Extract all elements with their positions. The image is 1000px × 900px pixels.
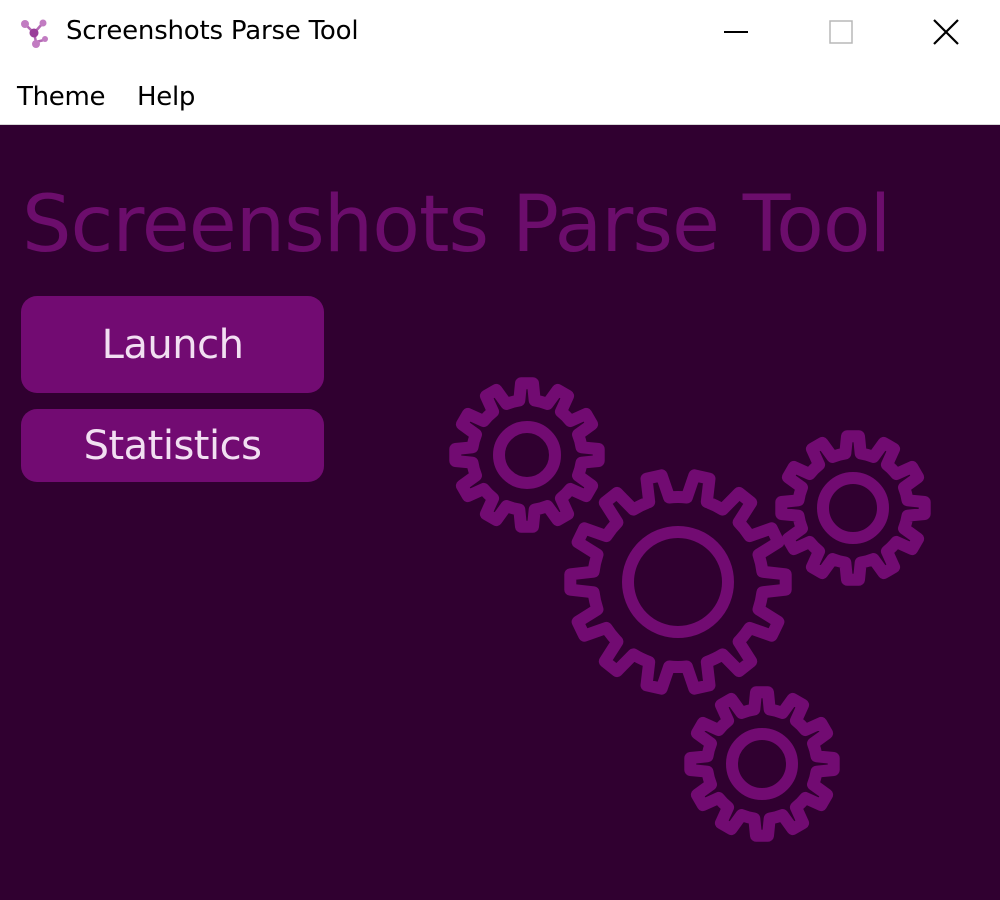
page-title: Screenshots Parse Tool bbox=[22, 180, 891, 270]
title-bar[interactable]: Screenshots Parse Tool bbox=[0, 0, 1000, 68]
window-title: Screenshots Parse Tool bbox=[66, 16, 359, 46]
maximize-icon bbox=[828, 19, 854, 49]
maximize-button[interactable] bbox=[788, 0, 893, 68]
menu-bar: Theme Help bbox=[0, 68, 1000, 125]
close-button[interactable] bbox=[893, 0, 998, 68]
launch-button[interactable]: Launch bbox=[21, 296, 324, 393]
app-window: Screenshots Parse Tool Theme Help Screen… bbox=[0, 0, 1000, 900]
minimize-icon bbox=[723, 19, 749, 49]
app-molecule-icon bbox=[20, 18, 50, 50]
minimize-button[interactable] bbox=[683, 0, 788, 68]
close-icon bbox=[932, 18, 960, 50]
gears-icon bbox=[449, 377, 931, 842]
main-content: Screenshots Parse Tool Launch Statistics bbox=[0, 125, 1000, 900]
menu-help[interactable]: Help bbox=[137, 82, 195, 112]
statistics-button[interactable]: Statistics bbox=[21, 409, 324, 482]
menu-theme[interactable]: Theme bbox=[17, 82, 105, 112]
